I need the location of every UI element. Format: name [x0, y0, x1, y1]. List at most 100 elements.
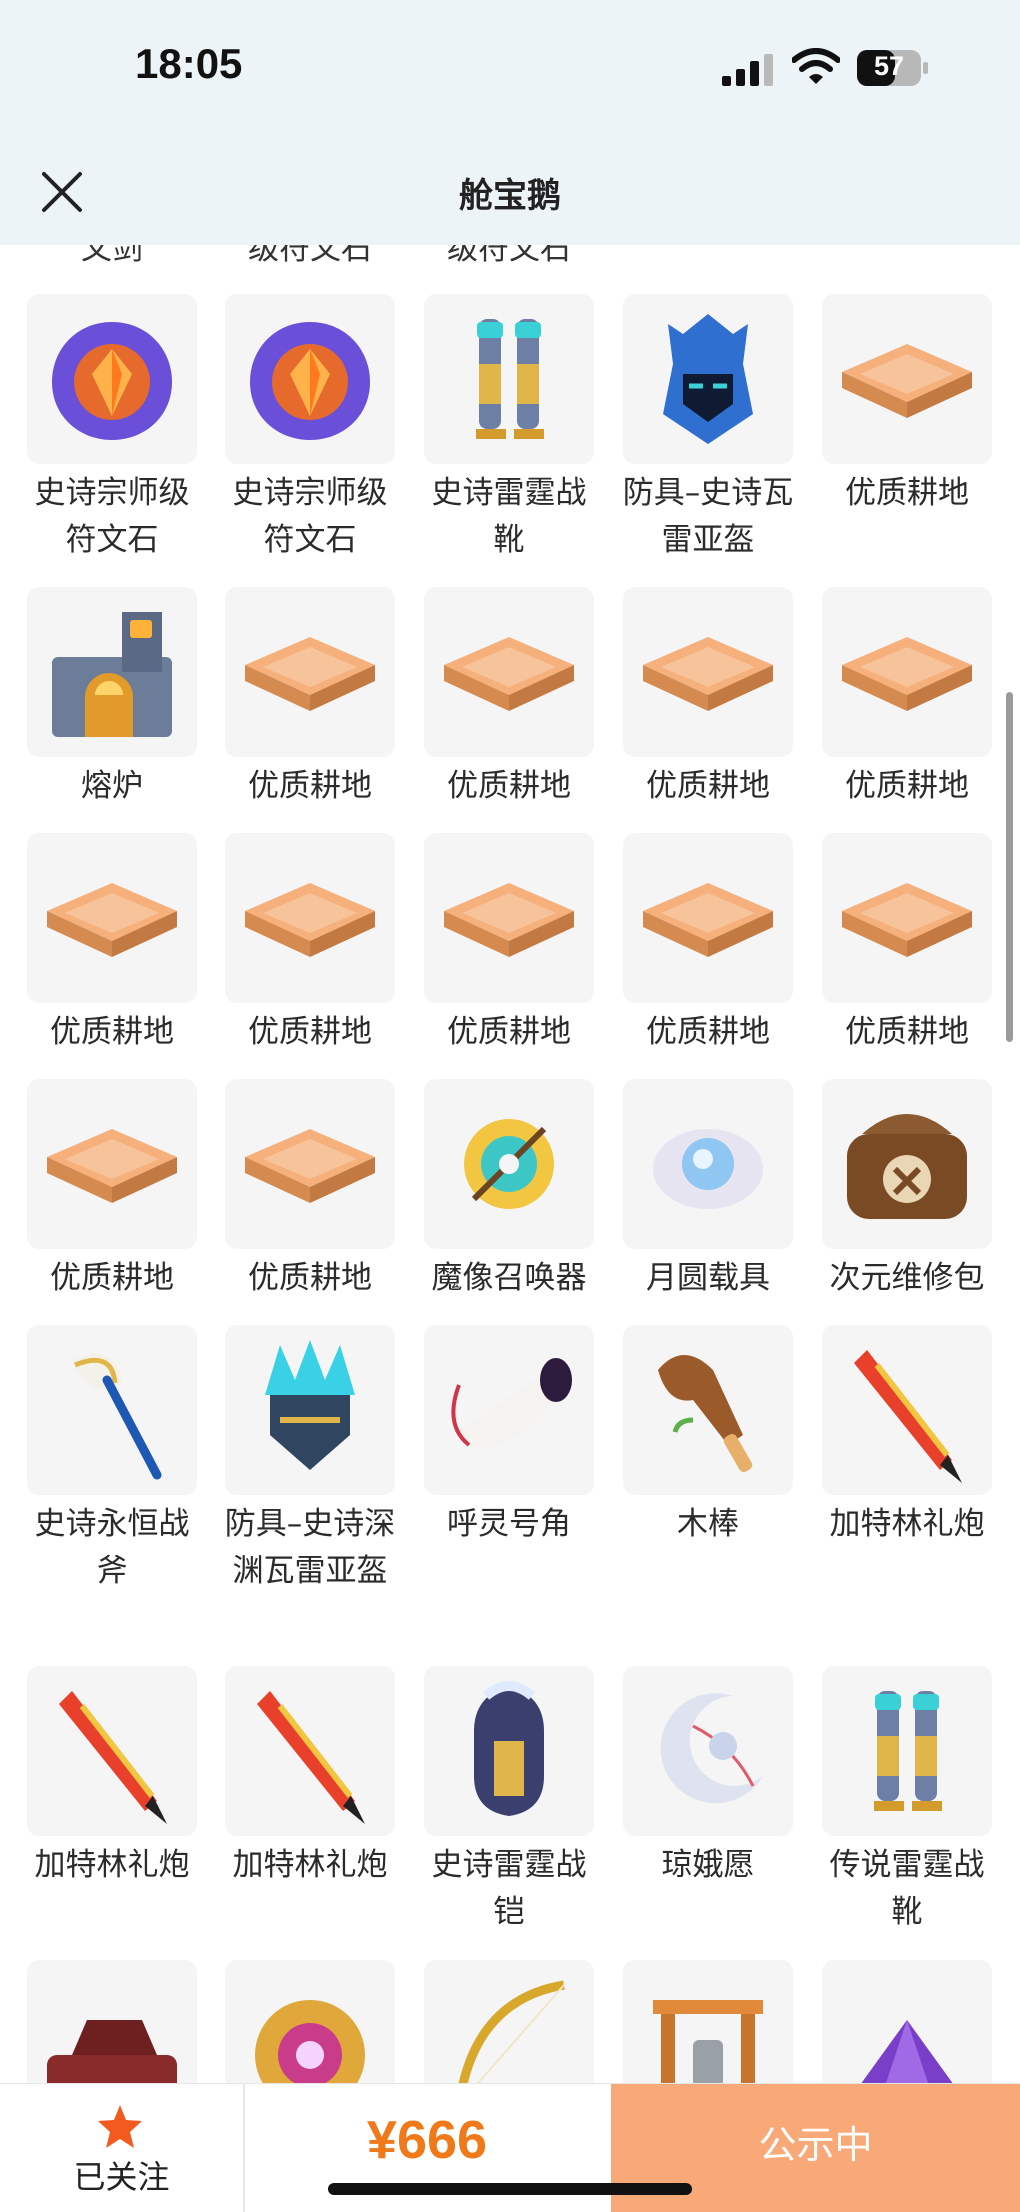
item-label: 木棒: [677, 1506, 739, 1542]
star-icon: [98, 2105, 142, 2148]
item-card[interactable]: 优质耕地: [27, 1079, 197, 1302]
item-image[interactable]: [822, 1079, 992, 1249]
item-image[interactable]: [822, 833, 992, 1003]
item-image[interactable]: [623, 1325, 793, 1495]
item-label: 熔炉: [81, 768, 143, 804]
item-label: 优质耕地: [248, 1014, 372, 1050]
item-image[interactable]: [27, 587, 197, 757]
item-card[interactable]: 史诗永恒战斧: [27, 1325, 197, 1595]
item-card[interactable]: 优质耕地: [225, 587, 395, 810]
item-card[interactable]: 优质耕地: [623, 833, 793, 1056]
item-image[interactable]: [424, 1960, 594, 2083]
item-card[interactable]: 优质耕地: [623, 587, 793, 810]
item-card[interactable]: 史诗宗师级符文石: [27, 294, 197, 564]
helmet-icon: [663, 314, 753, 444]
item-card[interactable]: 木棒: [623, 1325, 793, 1548]
rune-stone-icon: [52, 322, 172, 440]
item-image[interactable]: [225, 587, 395, 757]
item-label: 加特林礼炮: [34, 1847, 190, 1883]
item-card[interactable]: 琼娥愿: [623, 1666, 793, 1889]
item-card[interactable]: 史诗宗师级符文石: [225, 294, 395, 564]
partial-item-label: 级符文石: [248, 245, 372, 267]
item-card[interactable]: 史诗雷霆战靴: [424, 294, 594, 564]
item-card[interactable]: 优质耕地: [822, 587, 992, 810]
farmland-icon: [643, 637, 773, 711]
item-card[interactable]: 优质耕地: [27, 833, 197, 1056]
item-image[interactable]: [27, 1666, 197, 1836]
item-image[interactable]: [822, 1666, 992, 1836]
item-card[interactable]: 史诗雷霆战铠: [424, 1666, 594, 1936]
item-label: 加特林礼炮: [829, 1506, 985, 1542]
item-card[interactable]: 熔炉: [27, 587, 197, 810]
item-card[interactable]: 传说雷霆战靴: [822, 1666, 992, 1936]
item-image[interactable]: [424, 587, 594, 757]
follow-label: 已关注: [73, 2158, 170, 2196]
gold-rune-icon: [255, 2000, 365, 2083]
item-card[interactable]: [822, 1960, 992, 2083]
item-card[interactable]: 加特林礼炮: [822, 1325, 992, 1548]
car-icon: [47, 2020, 177, 2083]
crystal-helmet-icon: [265, 1340, 355, 1470]
item-image[interactable]: [623, 1960, 793, 2083]
item-card[interactable]: 加特林礼炮: [27, 1666, 197, 1889]
item-card[interactable]: 防具–史诗深渊瓦雷亚盔: [225, 1325, 395, 1595]
item-card[interactable]: 优质耕地: [822, 294, 992, 517]
item-image[interactable]: [822, 294, 992, 464]
horn-icon: [451, 1358, 572, 1448]
farmland-icon: [245, 883, 375, 957]
item-image[interactable]: [27, 1079, 197, 1249]
item-card[interactable]: [225, 1960, 395, 2083]
battery-level: 57: [873, 51, 905, 81]
item-card[interactable]: 优质耕地: [225, 833, 395, 1056]
item-card[interactable]: 加特林礼炮: [225, 1666, 395, 1889]
item-card[interactable]: [424, 1960, 594, 2083]
item-card[interactable]: 月圆载具: [623, 1079, 793, 1302]
item-image[interactable]: [822, 1960, 992, 2083]
item-label: 防具–史诗瓦雷亚盔: [622, 475, 794, 558]
item-card[interactable]: 呼灵号角: [424, 1325, 594, 1548]
item-image[interactable]: [27, 294, 197, 464]
item-image[interactable]: [623, 587, 793, 757]
item-card[interactable]: 魔像召唤器: [424, 1079, 594, 1302]
farmland-icon: [842, 637, 972, 711]
club-icon: [658, 1355, 753, 1472]
item-card[interactable]: [623, 1960, 793, 2083]
item-image[interactable]: [225, 1325, 395, 1495]
item-image[interactable]: [225, 1960, 395, 2083]
item-label: 优质耕地: [248, 1260, 372, 1296]
status-bar: 18:05 57: [0, 0, 1020, 155]
moon-vehicle-icon: [653, 1129, 763, 1209]
gatling-icon: [59, 1691, 167, 1824]
item-image[interactable]: [623, 1666, 793, 1836]
item-image[interactable]: [424, 1666, 594, 1836]
item-card[interactable]: 优质耕地: [424, 587, 594, 810]
item-card[interactable]: 优质耕地: [822, 833, 992, 1056]
item-card[interactable]: 次元维修包: [822, 1079, 992, 1302]
item-card[interactable]: [27, 1960, 197, 2083]
item-card[interactable]: 优质耕地: [225, 1079, 395, 1302]
item-image[interactable]: [623, 833, 793, 1003]
item-image[interactable]: [822, 587, 992, 757]
item-image[interactable]: [822, 1325, 992, 1495]
boots-icon: [476, 319, 544, 439]
item-image[interactable]: [424, 294, 594, 464]
item-image[interactable]: [623, 294, 793, 464]
follow-button[interactable]: 已关注: [0, 2084, 245, 2212]
item-image[interactable]: [225, 294, 395, 464]
farmland-icon: [643, 883, 773, 957]
crystal-pile-icon: [861, 2020, 953, 2083]
item-image[interactable]: [27, 833, 197, 1003]
item-image[interactable]: [225, 1079, 395, 1249]
item-image[interactable]: [225, 833, 395, 1003]
farmland-icon: [444, 637, 574, 711]
item-image[interactable]: [27, 1325, 197, 1495]
item-image[interactable]: [623, 1079, 793, 1249]
item-card[interactable]: 优质耕地: [424, 833, 594, 1056]
item-image[interactable]: [424, 1325, 594, 1495]
item-card[interactable]: 防具–史诗瓦雷亚盔: [623, 294, 793, 564]
item-image[interactable]: [27, 1960, 197, 2083]
item-image[interactable]: [225, 1666, 395, 1836]
scrollbar[interactable]: [1006, 692, 1013, 1042]
item-image[interactable]: [424, 1079, 594, 1249]
item-image[interactable]: [424, 833, 594, 1003]
